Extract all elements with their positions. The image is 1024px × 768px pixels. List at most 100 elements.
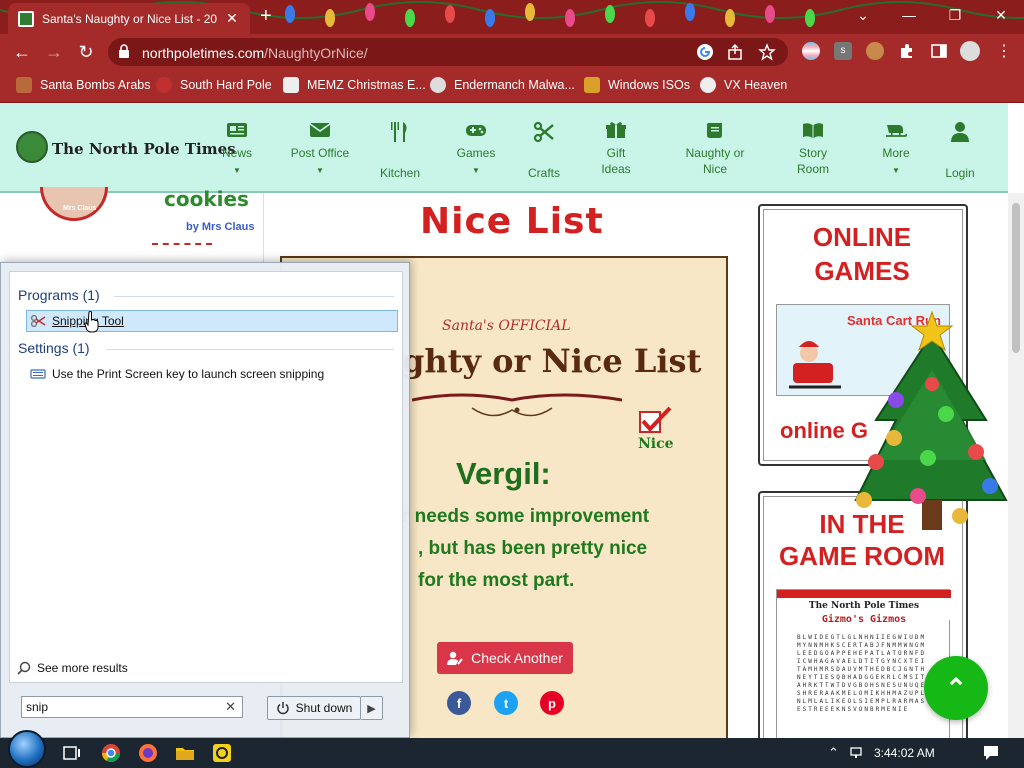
verdict-line-2: , but has been pretty nice xyxy=(418,538,648,559)
start-search-input[interactable] xyxy=(26,699,216,715)
power-icon xyxy=(276,702,289,715)
bookmarks-bar: Santa Bombs Arabs South Hard Pole MEMZ C… xyxy=(0,70,1024,103)
bookmark-item[interactable]: South Hard Pole xyxy=(156,77,272,93)
extension-avatar-icon[interactable] xyxy=(866,42,884,60)
share-icon[interactable] xyxy=(726,43,744,61)
url-text: northpoletimes.com/NaughtyOrNice/ xyxy=(142,45,368,61)
extensions-puzzle-icon[interactable] xyxy=(898,42,916,60)
firefox-icon[interactable] xyxy=(138,743,158,763)
tray-chevron-up-icon[interactable]: ⌃ xyxy=(828,745,839,761)
divider xyxy=(152,243,212,245)
christmas-tree-icon xyxy=(854,310,1008,530)
bookmark-star-icon[interactable] xyxy=(758,43,776,61)
forward-arrow-icon[interactable]: → xyxy=(44,42,64,62)
scrollbar-thumb[interactable] xyxy=(1012,203,1020,353)
print-screen-setting-item[interactable]: Use the Print Screen key to launch scree… xyxy=(30,367,324,381)
notification-center-icon[interactable] xyxy=(982,744,1000,762)
back-arrow-icon[interactable]: ← xyxy=(12,42,32,62)
new-tab-button[interactable]: + xyxy=(260,6,272,26)
task-view-icon[interactable] xyxy=(62,743,82,763)
mrs-claus-avatar[interactable]: Mrs Claus xyxy=(40,187,108,221)
bookmark-label: VX Heaven xyxy=(724,78,788,92)
profile-avatar-icon[interactable] xyxy=(960,41,980,61)
nav-story-room[interactable]: Story Room xyxy=(773,121,853,177)
nav-label: Games xyxy=(456,146,496,160)
see-more-results-link[interactable]: See more results xyxy=(17,661,128,675)
network-icon[interactable] xyxy=(850,745,866,761)
shut-down-button[interactable]: Shut down xyxy=(267,696,361,720)
bookmark-favicon-icon xyxy=(700,77,716,93)
nav-post-office[interactable]: Post Office ▼ xyxy=(280,121,360,179)
nav-login[interactable]: Login xyxy=(920,121,1000,181)
start-search-box[interactable]: ✕ xyxy=(21,696,243,718)
restore-button[interactable]: ❐ xyxy=(932,0,978,30)
nav-label: Crafts xyxy=(527,166,560,180)
address-bar[interactable]: northpoletimes.com/NaughtyOrNice/ xyxy=(108,38,788,66)
shut-down-label: Shut down xyxy=(295,701,353,715)
active-tab[interactable]: Santa's Naughty or Nice List - 20 ✕ xyxy=(8,3,250,34)
nav-label: Kitchen xyxy=(379,166,421,180)
checkmark-stamp-icon xyxy=(639,406,672,433)
nav-gift-ideas[interactable]: Gift Ideas xyxy=(576,121,656,177)
close-window-button[interactable]: ✕ xyxy=(978,0,1024,30)
keyboard-icon xyxy=(30,369,46,379)
extension-flag-icon[interactable] xyxy=(802,42,820,60)
chrome-icon[interactable] xyxy=(101,743,121,763)
sleigh-icon xyxy=(886,125,907,137)
elf-logo-icon[interactable] xyxy=(16,131,48,163)
child-name: Vergil: xyxy=(456,456,551,491)
bookmark-item[interactable]: Endermanch Malwa... xyxy=(430,77,575,93)
bookmark-item[interactable]: VX Heaven xyxy=(700,77,787,93)
bookmark-item[interactable]: Santa Bombs Arabs xyxy=(16,77,150,93)
setting-label: Use the Print Screen key to launch scree… xyxy=(52,367,325,381)
tab-search-button[interactable]: ⌄ xyxy=(840,0,886,30)
bookmark-label: Santa Bombs Arabs xyxy=(40,78,151,92)
certificate-official-label: Santa's OFFICIAL xyxy=(442,318,571,334)
scissors-icon xyxy=(30,314,46,328)
start-button[interactable] xyxy=(8,730,46,768)
nav-crafts[interactable]: Crafts xyxy=(504,121,584,181)
search-icon xyxy=(17,661,31,675)
scroll-to-top-button[interactable]: ⌃ xyxy=(924,656,988,720)
page-scrollbar[interactable] xyxy=(1008,193,1024,738)
shut-down-options-arrow[interactable]: ▶ xyxy=(361,696,383,720)
book-open-icon xyxy=(803,123,823,138)
nav-label: Ideas xyxy=(601,162,631,176)
facebook-icon[interactable]: f xyxy=(447,691,471,715)
tab-close-icon[interactable]: ✕ xyxy=(224,10,240,27)
side-panel-icon[interactable] xyxy=(930,42,948,60)
divider xyxy=(114,296,394,297)
word-search-thumbnail[interactable]: The North Pole Times Gizmo's Gizmos BLWI… xyxy=(776,589,951,739)
pinterest-icon[interactable]: p xyxy=(540,691,564,715)
lock-icon xyxy=(119,44,129,58)
verdict-line-1: r needs some improvement xyxy=(402,506,650,527)
google-icon[interactable] xyxy=(696,43,714,61)
user-edit-icon xyxy=(447,651,463,665)
reload-icon[interactable]: ↻ xyxy=(76,42,96,62)
nav-naughty-or-nice[interactable]: Naughty or Nice xyxy=(675,121,755,177)
file-explorer-icon[interactable] xyxy=(175,743,195,763)
twitter-icon[interactable]: t xyxy=(494,691,518,715)
recipe-title[interactable]: cookies xyxy=(164,187,249,211)
bookmark-label: South Hard Pole xyxy=(180,78,272,92)
snipping-tool-item[interactable]: Snipping Tool xyxy=(30,314,124,328)
bookmark-item[interactable]: MEMZ Christmas E... xyxy=(283,77,426,93)
start-menu: Programs (1) Snipping Tool Settings (1) … xyxy=(0,262,410,738)
nav-kitchen[interactable]: Kitchen xyxy=(360,121,440,181)
check-another-button[interactable]: Check Another xyxy=(437,642,573,674)
menu-kebab-icon[interactable]: ⋮ xyxy=(994,42,1014,62)
clear-search-icon[interactable]: ✕ xyxy=(225,699,236,715)
scroll-icon xyxy=(707,123,722,138)
nav-label: Login xyxy=(945,166,975,180)
url-host: northpoletimes.com xyxy=(142,45,265,61)
scissors-icon xyxy=(533,121,554,143)
extension-s-icon[interactable]: s xyxy=(834,42,852,60)
taskbar-clock[interactable]: 3:44:02 AM xyxy=(874,746,935,760)
pinned-app-icon[interactable] xyxy=(212,743,232,763)
bookmark-item[interactable]: Windows ISOs xyxy=(584,77,690,93)
minimize-button[interactable]: — xyxy=(886,0,932,30)
gift-icon xyxy=(606,122,626,138)
flourish-ornament-icon xyxy=(412,393,622,417)
nav-news[interactable]: News ▼ xyxy=(197,121,277,179)
nav-label: News xyxy=(221,146,252,160)
